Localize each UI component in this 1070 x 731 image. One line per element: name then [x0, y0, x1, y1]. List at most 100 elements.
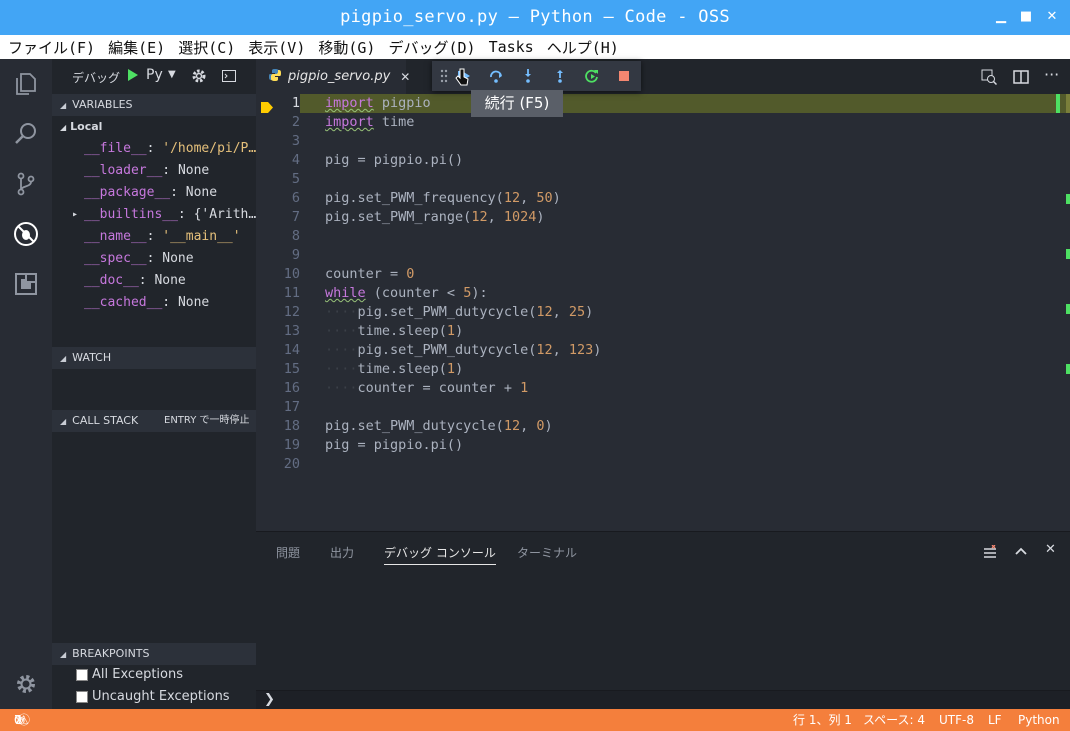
restart-icon[interactable] — [582, 67, 602, 85]
tab-problems[interactable]: 問題 — [276, 544, 300, 561]
code-line[interactable]: 18 pig.set_PWM_dutycycle(12, 0) — [256, 417, 1056, 436]
code-line[interactable]: 20 — [256, 455, 1056, 474]
code-line[interactable]: 13 ····time.sleep(1) — [256, 322, 1056, 341]
tab-debug-console[interactable]: デバッグ コンソール — [384, 544, 496, 565]
breakpoint-all-exceptions[interactable]: All Exceptions — [76, 664, 183, 686]
variable-row[interactable]: __package__: None — [52, 182, 256, 204]
code-line[interactable]: 14 ····pig.set_PWM_dutycycle(12, 123) — [256, 341, 1056, 360]
checkbox[interactable] — [76, 669, 88, 681]
end-of-line[interactable]: LF — [988, 709, 1002, 731]
gear-icon[interactable] — [0, 659, 52, 709]
tab-output[interactable]: 出力 — [330, 544, 354, 561]
variable-row[interactable]: __loader__: None — [52, 160, 256, 182]
clear-console-icon[interactable] — [983, 544, 997, 563]
variable-row[interactable]: __cached__: None — [52, 292, 256, 314]
line-number: 16 — [283, 380, 300, 396]
code-line[interactable]: 4 pig = pigpio.pi() — [256, 151, 1056, 170]
variable-row[interactable]: __file__: '/home/pi/P… — [52, 138, 256, 160]
explorer-icon[interactable] — [0, 59, 52, 109]
code-line[interactable]: 7 pig.set_PWM_range(12, 1024) — [256, 208, 1056, 227]
checkbox[interactable] — [76, 691, 88, 703]
watch-header[interactable]: ◢ WATCH — [52, 347, 256, 369]
variable-row[interactable]: __doc__: None — [52, 270, 256, 292]
variable-row[interactable]: ▸ __builtins__: {'Arith… — [52, 204, 256, 226]
menu-view[interactable]: 表示(V) — [248, 37, 305, 58]
status-bar: ⊗ 0 ⚠ 0 ⓘ 7 行 1、列 1 スペース: 4 UTF-8 LF Pyt… — [0, 709, 1070, 731]
maximize-icon[interactable]: ■ — [1017, 8, 1035, 26]
variable-value: {'Arith… — [193, 207, 256, 222]
line-number: 11 — [283, 285, 300, 301]
chevron-down-icon[interactable]: ▼ — [168, 69, 176, 80]
more-actions-icon[interactable]: ··· — [1044, 65, 1059, 84]
drag-handle-icon[interactable] — [434, 67, 454, 85]
encoding[interactable]: UTF-8 — [939, 709, 974, 731]
code-line[interactable]: 1 import pigpio — [256, 94, 1056, 113]
menu-debug[interactable]: デバッグ(D) — [388, 37, 475, 58]
step-into-icon[interactable] — [518, 67, 538, 85]
debug-settings-icon[interactable] — [191, 68, 207, 87]
code-text: while (counter < 5): — [325, 285, 488, 301]
editor-scrollbar[interactable] — [1066, 94, 1070, 531]
search-icon[interactable] — [0, 109, 52, 159]
close-tab-icon[interactable]: ✕ — [400, 70, 410, 84]
language-mode[interactable]: Python — [1018, 709, 1060, 731]
code-line[interactable]: 11 while (counter < 5): — [256, 284, 1056, 303]
open-changes-icon[interactable] — [981, 69, 998, 89]
code-line[interactable]: 12 ····pig.set_PWM_dutycycle(12, 25) — [256, 303, 1056, 322]
debug-console-input[interactable]: ❯ — [256, 690, 1070, 710]
code-line[interactable]: 15 ····time.sleep(1) — [256, 360, 1056, 379]
code-line[interactable]: 9 — [256, 246, 1056, 265]
code-line[interactable]: 3 — [256, 132, 1056, 151]
variable-row[interactable]: __name__: '__main__' — [52, 226, 256, 248]
start-debug-icon[interactable] — [127, 67, 139, 83]
code-line[interactable]: 2 import time — [256, 113, 1056, 132]
debug-console-icon[interactable] — [222, 70, 236, 85]
extensions-icon[interactable] — [0, 259, 52, 309]
menu-file[interactable]: ファイル(F) — [8, 37, 95, 58]
call-stack-header[interactable]: ◢ CALL STACK ENTRY で一時停止 — [52, 410, 256, 432]
step-out-icon[interactable] — [550, 67, 570, 85]
cursor-position[interactable]: 行 1、列 1 — [793, 709, 852, 731]
minimize-icon[interactable]: ▁ — [992, 8, 1010, 26]
code-line[interactable]: 6 pig.set_PWM_frequency(12, 50) — [256, 189, 1056, 208]
mouse-cursor-icon — [455, 68, 469, 90]
menu-help[interactable]: ヘルプ(H) — [547, 37, 619, 58]
menu-selection[interactable]: 選択(C) — [178, 37, 235, 58]
step-over-icon[interactable] — [486, 67, 506, 85]
tab-terminal[interactable]: ターミナル — [517, 544, 577, 561]
code-editor[interactable]: 1 import pigpio 2 import time 3 4 pig = pigpio… — [256, 94, 1070, 531]
menu-go[interactable]: 移動(G) — [318, 37, 375, 58]
code-line[interactable]: 10 counter = 0 — [256, 265, 1056, 284]
indentation[interactable]: スペース: 4 — [863, 709, 925, 731]
line-number: 5 — [291, 171, 300, 187]
menu-edit[interactable]: 編集(E) — [108, 37, 165, 58]
split-editor-icon[interactable] — [1013, 69, 1029, 89]
breakpoints-header[interactable]: ◢ BREAKPOINTS — [52, 643, 256, 665]
tab-pigpio-servo[interactable]: pigpio_servo.py ✕ — [256, 59, 410, 94]
maximize-panel-icon[interactable] — [1014, 543, 1028, 562]
python-file-icon — [268, 67, 282, 86]
scope-local[interactable]: ◢ Local — [60, 116, 102, 138]
code-text: import pigpio — [325, 95, 431, 111]
code-text: ····pig.set_PWM_dutycycle(12, 123) — [325, 342, 602, 358]
close-icon[interactable]: ✕ — [1043, 8, 1061, 26]
debug-config-select[interactable]: Py — [146, 67, 163, 83]
expand-icon[interactable]: ▸ — [72, 204, 78, 226]
stop-icon[interactable] — [614, 67, 634, 85]
code-line[interactable]: 5 — [256, 170, 1056, 189]
line-number: 15 — [283, 361, 300, 377]
code-line[interactable]: 8 — [256, 227, 1056, 246]
debug-sidebar: デバッグ Py ▼ ◢ VARIABLES ◢ Local __file__: '/… — [52, 59, 256, 709]
source-control-icon[interactable] — [0, 159, 52, 209]
code-line[interactable]: 16 ····counter = counter + 1 — [256, 379, 1056, 398]
menu-tasks[interactable]: Tasks — [489, 38, 534, 56]
debug-icon[interactable] — [0, 209, 52, 259]
close-panel-icon[interactable]: ✕ — [1045, 542, 1056, 557]
variable-value: None — [154, 273, 186, 288]
variable-row[interactable]: __spec__: None — [52, 248, 256, 270]
variables-header[interactable]: ◢ VARIABLES — [52, 94, 256, 116]
breakpoint-uncaught-exceptions[interactable]: Uncaught Exceptions — [76, 686, 230, 708]
code-line[interactable]: 19 pig = pigpio.pi() — [256, 436, 1056, 455]
code-line[interactable]: 17 — [256, 398, 1056, 417]
line-number: 18 — [283, 418, 300, 434]
